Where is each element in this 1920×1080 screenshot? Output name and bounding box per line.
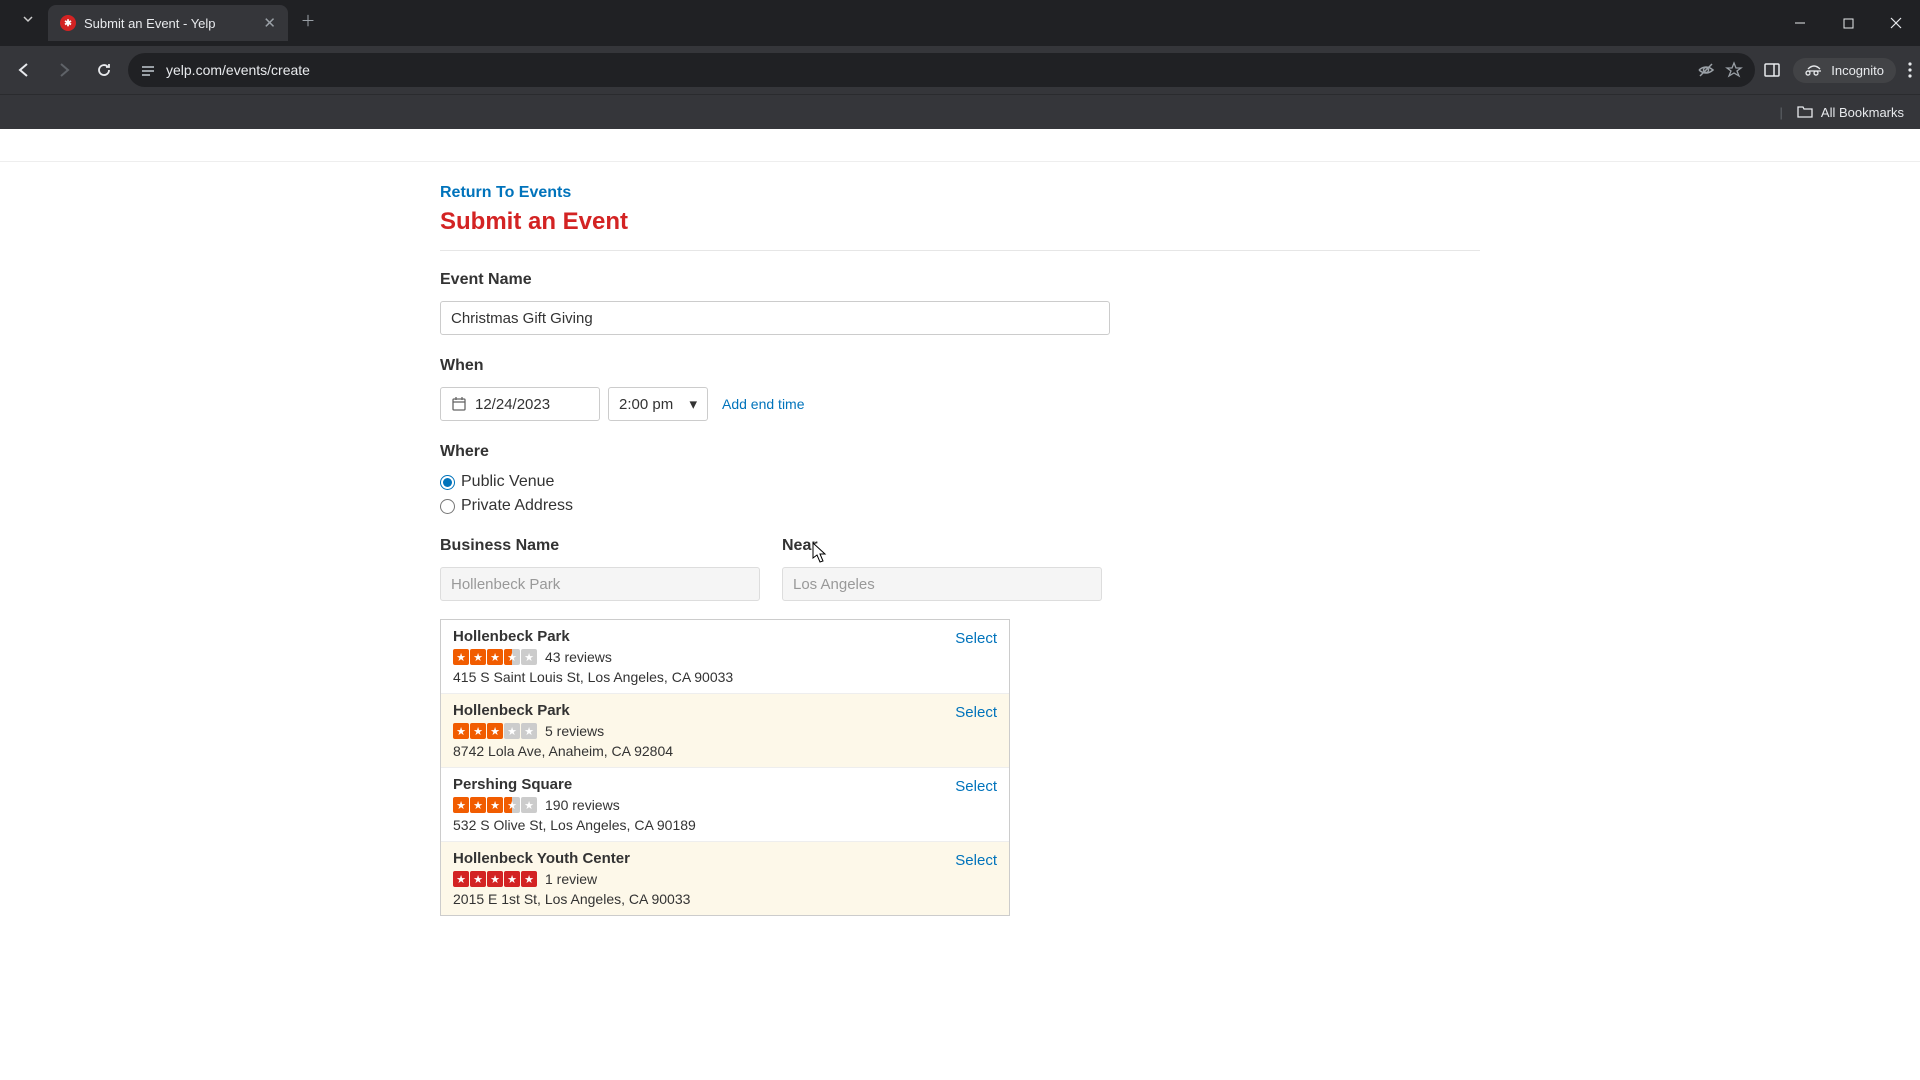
star-icon: ★ — [470, 797, 486, 813]
star-icon: ★ — [487, 797, 503, 813]
when-label: When — [440, 357, 1480, 375]
public-venue-radio-input[interactable] — [440, 475, 455, 490]
venue-result-item: Pershing Square★★★★★190 reviews532 S Oli… — [441, 768, 1009, 842]
chevron-down-icon: ▾ — [689, 395, 697, 413]
event-name-label: Event Name — [440, 271, 1480, 289]
incognito-badge[interactable]: Incognito — [1793, 58, 1896, 83]
yelp-favicon-icon: ✱ — [60, 15, 76, 31]
venue-name: Pershing Square — [453, 776, 997, 793]
near-input[interactable] — [782, 567, 1102, 601]
venue-result-item: Hollenbeck Park★★★★★43 reviews415 S Sain… — [441, 620, 1009, 694]
star-icon: ★ — [470, 649, 486, 665]
browser-toolbar: yelp.com/events/create Incognito — [0, 46, 1920, 94]
close-window-button[interactable] — [1872, 0, 1920, 46]
review-count: 1 review — [545, 871, 597, 887]
folder-icon — [1797, 105, 1813, 119]
public-venue-radio[interactable]: Public Venue — [440, 473, 1480, 491]
incognito-icon — [1805, 63, 1823, 77]
tracking-icon[interactable] — [1697, 61, 1715, 79]
star-icon: ★ — [521, 723, 537, 739]
venue-result-item: Hollenbeck Youth Center★★★★★1 review2015… — [441, 842, 1009, 915]
where-label: Where — [440, 443, 1480, 461]
business-name-input[interactable] — [440, 567, 760, 601]
all-bookmarks-button[interactable]: All Bookmarks — [1797, 105, 1904, 120]
star-icon: ★ — [504, 797, 520, 813]
business-name-label: Business Name — [440, 537, 760, 555]
star-icon: ★ — [487, 871, 503, 887]
rating-stars: ★★★★★ — [453, 649, 537, 665]
category-nav: Restaurants▾ Home Services▾ Auto Service… — [0, 129, 1920, 149]
back-button[interactable] — [8, 54, 40, 86]
browser-tab-bar: ✱ Submit an Event - Yelp ✕ ＋ — [0, 0, 1920, 46]
tab-search-dropdown[interactable] — [14, 5, 42, 33]
venue-name: Hollenbeck Park — [453, 702, 997, 719]
time-value: 2:00 pm — [619, 396, 673, 413]
star-icon: ★ — [521, 797, 537, 813]
review-count: 5 reviews — [545, 723, 604, 739]
star-icon: ★ — [470, 723, 486, 739]
venue-address: 8742 Lola Ave, Anaheim, CA 92804 — [453, 743, 997, 759]
tab-title: Submit an Event - Yelp — [84, 16, 255, 31]
maximize-button[interactable] — [1824, 0, 1872, 46]
venue-address: 415 S Saint Louis St, Los Angeles, CA 90… — [453, 669, 997, 685]
page-title: Submit an Event — [440, 208, 1480, 236]
venue-name: Hollenbeck Youth Center — [453, 850, 997, 867]
venue-results-list: Hollenbeck Park★★★★★43 reviews415 S Sain… — [440, 619, 1010, 916]
star-icon: ★ — [487, 649, 503, 665]
time-select[interactable]: 2:00 pm ▾ — [608, 387, 708, 421]
browser-menu-icon[interactable] — [1908, 62, 1912, 78]
side-panel-icon[interactable] — [1763, 61, 1781, 79]
event-name-input[interactable] — [440, 301, 1110, 335]
rating-stars: ★★★★★ — [453, 797, 537, 813]
star-icon: ★ — [504, 871, 520, 887]
bookmarks-bar: | All Bookmarks — [0, 94, 1920, 129]
bookmark-star-icon[interactable] — [1725, 61, 1743, 79]
star-icon: ★ — [453, 723, 469, 739]
star-icon: ★ — [470, 871, 486, 887]
venue-name: Hollenbeck Park — [453, 628, 997, 645]
select-venue-link[interactable]: Select — [955, 852, 997, 869]
star-icon: ★ — [521, 649, 537, 665]
all-bookmarks-label: All Bookmarks — [1821, 105, 1904, 120]
venue-address: 532 S Olive St, Los Angeles, CA 90189 — [453, 817, 997, 833]
site-info-icon[interactable] — [140, 62, 156, 78]
page-viewport: Restaurants▾ Home Services▾ Auto Service… — [0, 129, 1920, 1080]
select-venue-link[interactable]: Select — [955, 630, 997, 647]
rating-stars: ★★★★★ — [453, 723, 537, 739]
address-bar[interactable]: yelp.com/events/create — [128, 53, 1755, 87]
venue-address: 2015 E 1st St, Los Angeles, CA 90033 — [453, 891, 997, 907]
star-icon: ★ — [487, 723, 503, 739]
star-icon: ★ — [453, 649, 469, 665]
reload-button[interactable] — [88, 54, 120, 86]
select-venue-link[interactable]: Select — [955, 704, 997, 721]
private-address-radio[interactable]: Private Address — [440, 497, 1480, 515]
venue-result-item: Hollenbeck Park★★★★★5 reviews8742 Lola A… — [441, 694, 1009, 768]
select-venue-link[interactable]: Select — [955, 778, 997, 795]
close-tab-icon[interactable]: ✕ — [263, 14, 276, 32]
date-value: 12/24/2023 — [475, 396, 550, 413]
browser-tab[interactable]: ✱ Submit an Event - Yelp ✕ — [48, 5, 288, 41]
private-address-radio-input[interactable] — [440, 499, 455, 514]
url-text: yelp.com/events/create — [166, 62, 1687, 78]
minimize-button[interactable] — [1776, 0, 1824, 46]
star-icon: ★ — [504, 723, 520, 739]
review-count: 190 reviews — [545, 797, 620, 813]
near-label: Near — [782, 537, 1102, 555]
add-end-time-link[interactable]: Add end time — [722, 396, 805, 412]
new-tab-button[interactable]: ＋ — [294, 6, 322, 34]
return-to-events-link[interactable]: Return To Events — [440, 184, 1480, 202]
star-icon: ★ — [521, 871, 537, 887]
calendar-icon — [451, 396, 467, 412]
rating-stars: ★★★★★ — [453, 871, 537, 887]
date-input[interactable]: 12/24/2023 — [440, 387, 600, 421]
forward-button[interactable] — [48, 54, 80, 86]
star-icon: ★ — [453, 871, 469, 887]
star-icon: ★ — [453, 797, 469, 813]
star-icon: ★ — [504, 649, 520, 665]
review-count: 43 reviews — [545, 649, 612, 665]
incognito-label: Incognito — [1831, 63, 1884, 78]
